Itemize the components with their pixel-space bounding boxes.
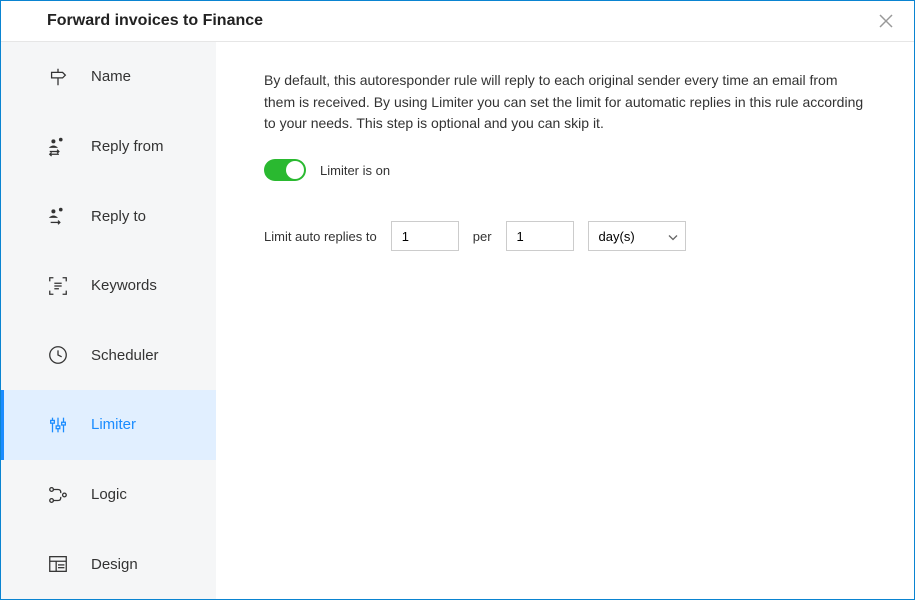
- sidebar-item-logic[interactable]: Logic: [1, 460, 216, 530]
- sidebar-item-design[interactable]: Design: [1, 529, 216, 599]
- limiter-toggle-row: Limiter is on: [264, 159, 866, 181]
- sidebar-item-label: Limiter: [91, 416, 136, 433]
- limit-per-label: per: [473, 229, 492, 244]
- dialog: Forward invoices to Finance Name Reply f…: [0, 0, 915, 600]
- limit-per-input[interactable]: [506, 221, 574, 251]
- sidebar: Name Reply from Reply to Keywords: [1, 42, 216, 599]
- diagram-icon: [47, 484, 69, 506]
- limit-prefix-label: Limit auto replies to: [264, 229, 377, 244]
- layout-icon: [47, 553, 69, 575]
- sidebar-item-name[interactable]: Name: [1, 42, 216, 112]
- sidebar-item-label: Scheduler: [91, 347, 159, 364]
- sidebar-item-scheduler[interactable]: Scheduler: [1, 321, 216, 391]
- limit-count-input[interactable]: [391, 221, 459, 251]
- page-title: Forward invoices to Finance: [47, 12, 263, 30]
- signpost-icon: [47, 66, 69, 88]
- sidebar-item-reply-to[interactable]: Reply to: [1, 181, 216, 251]
- content: By default, this autoresponder rule will…: [216, 42, 914, 599]
- header: Forward invoices to Finance: [1, 1, 914, 42]
- sidebar-item-label: Keywords: [91, 277, 157, 294]
- sliders-icon: [47, 414, 69, 436]
- clock-icon: [47, 344, 69, 366]
- people-reply-icon: [47, 205, 69, 227]
- description-text: By default, this autoresponder rule will…: [264, 70, 866, 135]
- sidebar-item-label: Name: [91, 68, 131, 85]
- limit-settings-row: Limit auto replies to per day(s): [264, 221, 866, 251]
- limiter-toggle[interactable]: [264, 159, 306, 181]
- close-button[interactable]: [876, 11, 896, 31]
- limit-unit-select-wrap: day(s): [588, 221, 686, 251]
- people-arrows-icon: [47, 135, 69, 157]
- limiter-toggle-label: Limiter is on: [320, 163, 390, 178]
- sidebar-item-label: Reply from: [91, 138, 164, 155]
- body: Name Reply from Reply to Keywords: [1, 42, 914, 599]
- sidebar-item-limiter[interactable]: Limiter: [1, 390, 216, 460]
- scan-text-icon: [47, 275, 69, 297]
- sidebar-item-label: Reply to: [91, 208, 146, 225]
- toggle-knob: [286, 161, 304, 179]
- sidebar-item-keywords[interactable]: Keywords: [1, 251, 216, 321]
- limit-unit-select[interactable]: day(s): [588, 221, 686, 251]
- sidebar-item-label: Logic: [91, 486, 127, 503]
- sidebar-item-label: Design: [91, 556, 138, 573]
- close-icon: [879, 14, 893, 28]
- sidebar-item-reply-from[interactable]: Reply from: [1, 112, 216, 182]
